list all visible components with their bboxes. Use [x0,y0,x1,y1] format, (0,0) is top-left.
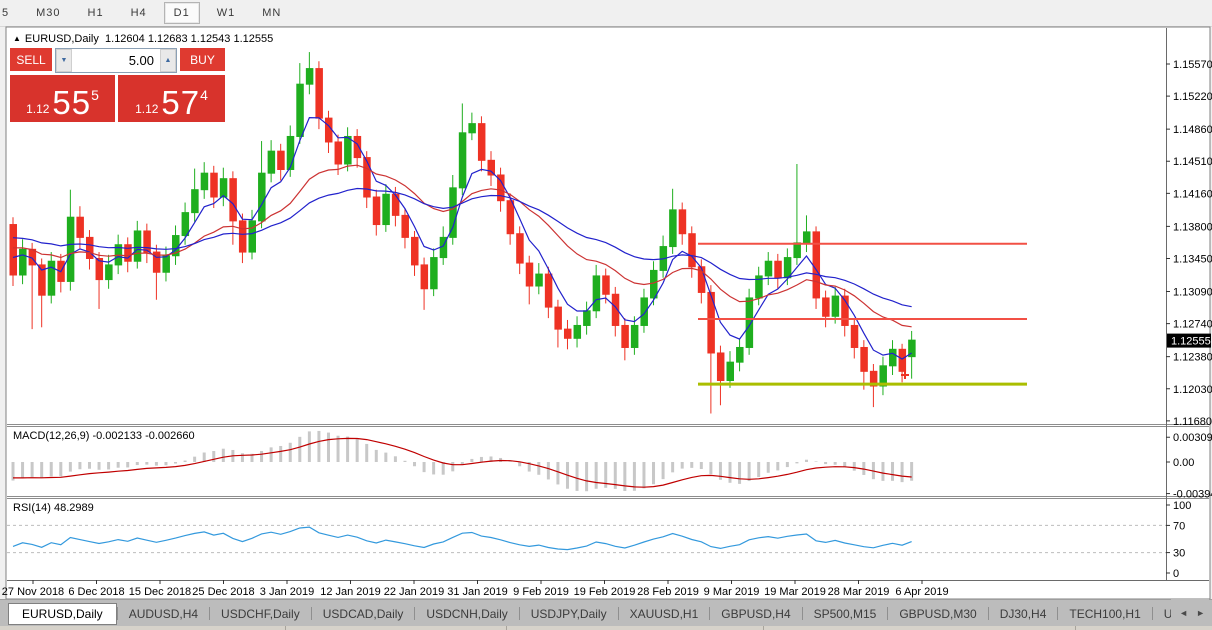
rsi-indicator-label: RSI(14) 48.2989 [13,502,94,514]
svg-text:1.12030: 1.12030 [1173,384,1212,396]
chart-tab-bar: EURUSD,Daily AUDUSD,H4 USDCHF,Daily USDCAD,… [0,599,1212,627]
volume-stepper: ▼ ▲ [55,48,177,73]
sell-price-prefix: 1.12 [26,102,50,116]
svg-text:19 Feb 2019: 19 Feb 2019 [574,586,636,598]
svg-text:1.14860: 1.14860 [1173,124,1212,136]
strip-divider [763,626,764,630]
svg-text:22 Jan 2019: 22 Jan 2019 [384,586,445,598]
sell-price-box[interactable]: 1.12 55 5 [10,75,115,122]
tab-gbpusd-m30[interactable]: GBPUSD,M30 [888,603,987,625]
buy-price-box[interactable]: 1.12 57 4 [118,75,225,122]
svg-text:1.11680: 1.11680 [1173,416,1212,428]
strip-divider [1075,626,1076,630]
chart-ohlc-values: 1.12604 1.12683 1.12543 1.12555 [105,33,274,45]
tab-xauusd-h1[interactable]: XAUUSD,H1 [619,603,710,625]
svg-text:3 Jan 2019: 3 Jan 2019 [260,586,314,598]
svg-text:19 Mar 2019: 19 Mar 2019 [764,586,826,598]
volume-increase-icon[interactable]: ▲ [160,49,176,72]
svg-text:15 Dec 2018: 15 Dec 2018 [129,586,191,598]
collapse-triangle-icon[interactable]: ▲ [13,34,21,43]
svg-text:1.14510: 1.14510 [1173,156,1212,168]
buy-price-pip: 4 [200,87,208,103]
svg-text:28 Mar 2019: 28 Mar 2019 [828,586,890,598]
svg-text:6 Dec 2018: 6 Dec 2018 [68,586,124,598]
tab-scroll-buttons: ◄ ► [1171,599,1209,626]
svg-text:31 Jan 2019: 31 Jan 2019 [447,586,508,598]
tab-usdcad-daily[interactable]: USDCAD,Daily [312,603,415,625]
svg-text:1.12740: 1.12740 [1173,319,1212,331]
svg-text:12 Jan 2019: 12 Jan 2019 [320,586,381,598]
tab-usdjpy-daily[interactable]: USDJPY,Daily [520,603,618,625]
mt4-window: 5 M30 H1 H4 D1 W1 MN 1.15570 1.15220 1.14860 1.14… [0,0,1212,630]
volume-decrease-icon[interactable]: ▼ [56,49,72,72]
tab-usdcnh-daily[interactable]: USDCNH,Daily [415,603,518,625]
svg-text:9 Mar 2019: 9 Mar 2019 [704,586,760,598]
svg-text:1.13450: 1.13450 [1173,253,1212,265]
volume-input[interactable] [72,49,160,72]
tab-gbpusd-h4[interactable]: GBPUSD,H4 [710,603,801,625]
svg-text:28 Feb 2019: 28 Feb 2019 [637,586,699,598]
svg-text:1.12555: 1.12555 [1171,336,1211,348]
svg-text:100: 100 [1173,500,1191,512]
svg-text:1.14160: 1.14160 [1173,188,1212,200]
svg-text:30: 30 [1173,548,1185,560]
tab-eurusd-daily[interactable]: EURUSD,Daily [8,602,117,625]
svg-text:0: 0 [1173,568,1179,580]
svg-text:1.12380: 1.12380 [1173,352,1212,364]
svg-text:0.00: 0.00 [1173,457,1194,469]
tab-usdchf-daily[interactable]: USDCHF,Daily [210,603,311,625]
svg-text:27 Nov 2018: 27 Nov 2018 [2,586,64,598]
strip-divider [506,626,507,630]
chart-title: EURUSD,Daily [24,33,99,45]
svg-text:-0.003947: -0.003947 [1173,489,1212,501]
svg-text:1.15570: 1.15570 [1173,59,1212,71]
macd-indicator-label: MACD(12,26,9) -0.002133 -0.002660 [13,430,195,442]
strip-divider [285,626,286,630]
svg-text:1.13800: 1.13800 [1173,221,1212,233]
sell-price-pip: 5 [91,87,99,103]
tab-scroll-left-icon[interactable]: ◄ [1175,605,1192,621]
sell-button[interactable]: SELL [10,48,52,73]
one-click-trading-panel: SELL ▼ ▲ BUY 1.12 55 5 1.12 57 4 [10,48,228,122]
sell-price-big: 55 [52,84,92,121]
buy-button[interactable]: BUY [180,48,225,73]
svg-text:25 Dec 2018: 25 Dec 2018 [192,586,254,598]
tab-sp500-m15[interactable]: SP500,M15 [803,603,888,625]
tab-audusd-h4[interactable]: AUDUSD,H4 [118,603,209,625]
svg-text:0.003095: 0.003095 [1173,432,1212,444]
tab-tech100-h1[interactable]: TECH100,H1 [1058,603,1151,625]
svg-text:1.13090: 1.13090 [1173,287,1212,299]
buy-price-prefix: 1.12 [135,102,159,116]
svg-text:6 Apr 2019: 6 Apr 2019 [895,586,948,598]
svg-text:70: 70 [1173,520,1185,532]
buy-price-big: 57 [161,84,201,121]
chart-symbol-header: ▲ EURUSD,Daily 1.12604 1.12683 1.12543 1.… [13,33,273,45]
status-strip [0,626,1212,630]
tab-dj30-h4[interactable]: DJ30,H4 [989,603,1058,625]
tab-scroll-right-icon[interactable]: ► [1192,605,1209,621]
svg-text:1.15220: 1.15220 [1173,91,1212,103]
svg-text:9 Feb 2019: 9 Feb 2019 [513,586,569,598]
